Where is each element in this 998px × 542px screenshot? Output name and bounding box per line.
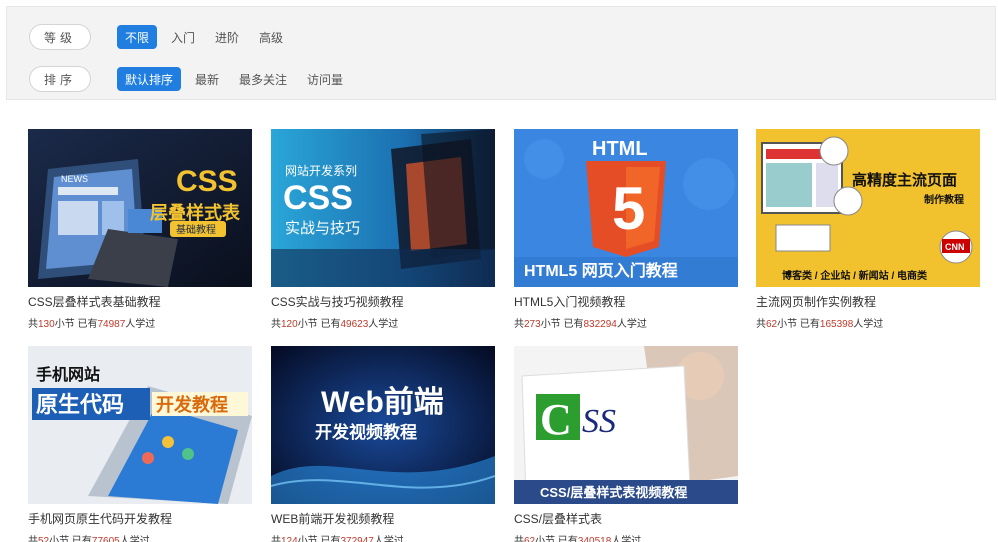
thumb-headline: Web前端: [321, 386, 444, 419]
course-meta: 共130小节 已有74987人学过: [28, 319, 156, 330]
course-meta: 共62小节 已有340518人学过: [514, 532, 738, 542]
course-title[interactable]: 手机网页原生代码开发教程: [28, 510, 252, 527]
thumb-tag: 制作教程: [924, 193, 964, 206]
section-count: 52: [38, 536, 50, 542]
section-count: 62: [524, 536, 536, 542]
level-option-advanced[interactable]: 高级: [253, 25, 289, 49]
sort-option-most-followed[interactable]: 最多关注: [233, 67, 293, 91]
course-thumbnail[interactable]: HTML 5 HTML5 网页入门教程: [514, 129, 738, 287]
course-title[interactable]: HTML5入门视频教程: [514, 293, 738, 310]
thumb-subtitle: 实战与技巧: [285, 220, 360, 237]
thumb-caption: CSS/层叠样式表视频教程: [540, 485, 687, 500]
thumb-badge: CNN: [945, 242, 965, 252]
course-meta: 共62小节 已有165398人学过: [756, 319, 884, 330]
thumb-line1: 手机网站: [36, 365, 100, 384]
section-count: 124: [281, 536, 298, 542]
course-card[interactable]: 手机网站 原生代码 开发教程 手机网页原生代码开发教程 共52小节 已有7760…: [28, 346, 252, 542]
course-card[interactable]: NEWS CSS 层叠样式表 基础教程 CSS层叠样式表基础教程 共130小节 …: [28, 129, 252, 330]
course-title[interactable]: WEB前端开发视频教程: [271, 510, 495, 527]
section-count: 273: [524, 319, 541, 330]
thumb-headline: 高精度主流页面: [852, 171, 957, 189]
thumb-subtitle: 层叠样式表: [150, 202, 241, 223]
course-title[interactable]: CSS实战与技巧视频教程: [271, 293, 495, 310]
thumb-categories: 博客类 / 企业站 / 新闻站 / 电商类: [782, 269, 927, 282]
thumb-top: HTML: [592, 138, 648, 160]
learner-count: 372947: [340, 536, 374, 542]
course-meta: 共273小节 已有832294人学过: [514, 319, 647, 330]
thumb-headline: CSS: [283, 179, 353, 217]
thumb-bottom: HTML5 网页入门教程: [524, 261, 678, 280]
learner-count: 165398: [819, 319, 854, 330]
sort-option-visits[interactable]: 访问量: [301, 67, 349, 91]
course-thumbnail[interactable]: 手机网站 原生代码 开发教程: [28, 346, 252, 504]
level-filter-label: 等级: [29, 24, 91, 50]
course-meta: 共120小节 已有49623人学过: [271, 319, 399, 330]
learner-count: 49623: [340, 319, 369, 330]
filter-panel: 等级 不限 入门 进阶 高级 排序 默认排序 最新 最多关注 访问量: [6, 6, 996, 100]
thumb-subtitle: 开发视频教程: [315, 422, 417, 442]
course-card[interactable]: Web前端 开发视频教程 WEB前端开发视频教程 共124小节 已有372947…: [271, 346, 495, 542]
level-option-all[interactable]: 不限: [117, 25, 158, 49]
course-card[interactable]: HTML 5 HTML5 网页入门教程 HTML5入门视频教程 共273小节 已…: [514, 129, 738, 330]
course-thumbnail[interactable]: Web前端 开发视频教程: [271, 346, 495, 504]
thumb-small-text: NEWS: [61, 174, 88, 184]
course-meta: 共52小节 已有77605人学过: [28, 532, 252, 542]
level-option-beginner[interactable]: 入门: [165, 25, 201, 49]
section-count: 130: [38, 319, 55, 330]
course-card[interactable]: 网站开发系列 CSS 实战与技巧 CSS实战与技巧视频教程 共120小节 已有4…: [271, 129, 495, 330]
thumb-tag: 基础教程: [176, 223, 216, 236]
thumb-logo-c: C: [540, 395, 572, 444]
sort-filter-label: 排序: [29, 66, 91, 92]
course-title[interactable]: CSS/层叠样式表: [514, 510, 738, 527]
thumb-digit: 5: [612, 175, 645, 242]
learner-count: 77605: [91, 536, 120, 542]
course-thumbnail[interactable]: 网站开发系列 CSS 实战与技巧: [271, 129, 495, 287]
learner-count: 74987: [97, 319, 126, 330]
thumb-logo-ss: SS: [582, 403, 616, 440]
thumb-series: 网站开发系列: [285, 163, 357, 178]
course-thumbnail[interactable]: NEWS CSS 层叠样式表 基础教程: [28, 129, 252, 287]
course-thumbnail[interactable]: C SS CSS/层叠样式表视频教程: [514, 346, 738, 504]
course-meta: 共124小节 已有372947人学过: [271, 532, 495, 542]
thumb-line2: 原生代码: [36, 392, 124, 417]
thumb-line3: 开发教程: [156, 394, 228, 415]
sort-option-default[interactable]: 默认排序: [117, 67, 182, 91]
section-count: 120: [281, 319, 298, 330]
sort-filter-row: 排序 默认排序 最新 最多关注 访问量: [29, 66, 357, 92]
course-title[interactable]: 主流网页制作实例教程: [756, 293, 980, 310]
learner-count: 340518: [577, 536, 612, 542]
sort-option-newest[interactable]: 最新: [189, 67, 225, 91]
course-thumbnail[interactable]: CNN 高精度主流页面 制作教程 博客类 / 企业站 / 新闻站 / 电商类: [756, 129, 980, 287]
thumb-headline: CSS: [176, 165, 238, 198]
course-card[interactable]: C SS CSS/层叠样式表视频教程 CSS/层叠样式表 共62小节 已有340…: [514, 346, 738, 542]
section-count: 62: [766, 319, 778, 330]
level-option-intermediate[interactable]: 进阶: [209, 25, 245, 49]
course-card[interactable]: CNN 高精度主流页面 制作教程 博客类 / 企业站 / 新闻站 / 电商类 主…: [756, 129, 980, 330]
learner-count: 832294: [583, 319, 617, 330]
course-title[interactable]: CSS层叠样式表基础教程: [28, 293, 252, 310]
level-filter-row: 等级 不限 入门 进阶 高级: [29, 24, 297, 50]
